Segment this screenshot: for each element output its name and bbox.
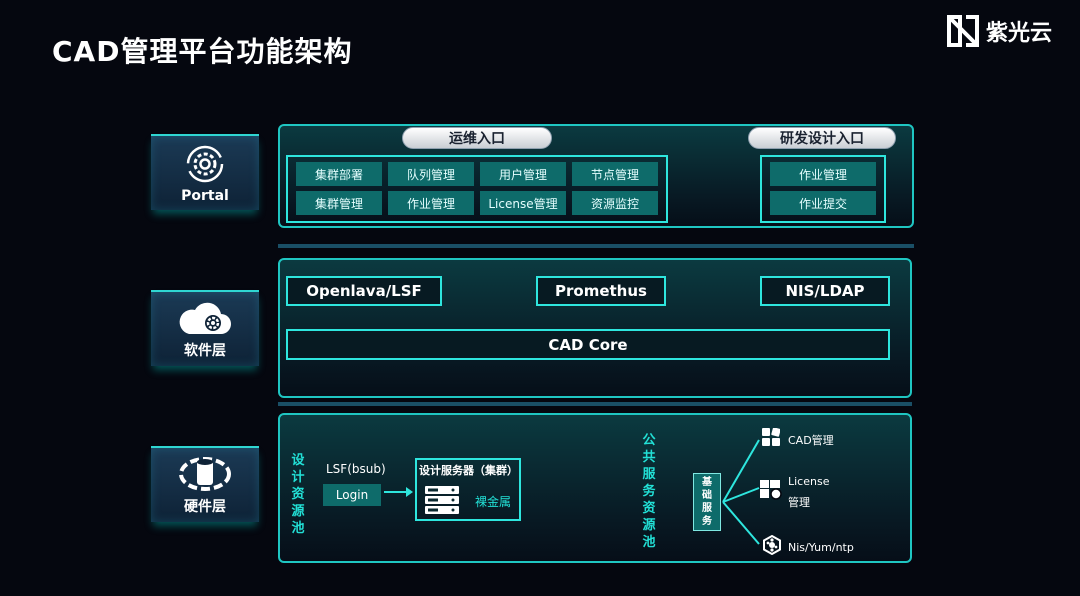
server-rack-icon	[425, 486, 459, 514]
cloud-gear-icon	[179, 302, 231, 334]
hardware-layer-tile: 硬件层	[151, 446, 259, 522]
bare-metal-label: 裸金属	[475, 495, 512, 509]
ops-item-job[interactable]: 作业管理	[388, 191, 474, 215]
ops-item-queue[interactable]: 队列管理	[388, 162, 474, 186]
lsf-label: LSF(bsub)	[326, 462, 386, 476]
design-pool-label: 设计资源池	[291, 453, 305, 536]
gear-cycle-icon	[186, 145, 224, 183]
service-license-line2: 管理	[788, 496, 810, 509]
openlava-box: Openlava/LSF	[286, 276, 442, 306]
cad-core-box: CAD Core	[286, 329, 890, 360]
nis-hex-icon	[763, 535, 781, 555]
software-layer-tile: 软件层	[151, 290, 259, 366]
design-server-title: 设计服务器（集群）	[419, 464, 518, 477]
brand-logo: 紫光云	[946, 14, 1052, 48]
dev-item-job-manage[interactable]: 作业管理	[770, 162, 876, 186]
basic-service-box: 基础服务	[693, 473, 721, 531]
service-license-line1: License	[788, 475, 830, 488]
ops-item-cluster-manage[interactable]: 集群管理	[296, 191, 382, 215]
ops-item-user[interactable]: 用户管理	[480, 162, 566, 186]
layer-divider	[278, 402, 912, 406]
portal-layer-label: Portal	[181, 188, 229, 204]
dev-entry-pill: 研发设计入口	[748, 127, 896, 149]
layer-divider	[278, 244, 914, 248]
login-arrow	[384, 487, 413, 497]
license-windows-icon	[760, 480, 782, 500]
service-branch-lines	[722, 439, 760, 545]
portal-layer-tile: Portal	[151, 134, 259, 210]
software-layer-label: 软件层	[184, 343, 226, 359]
dev-item-job-submit[interactable]: 作业提交	[770, 191, 876, 215]
public-pool-label: 公共服务资源池	[642, 433, 656, 550]
nis-ldap-box: NIS/LDAP	[760, 276, 890, 306]
hardware-layer-label: 硬件层	[184, 499, 226, 515]
page-title: CAD管理平台功能架构	[52, 35, 353, 68]
ops-item-license[interactable]: License管理	[480, 191, 566, 215]
cad-apps-icon	[762, 428, 780, 446]
service-cad: CAD管理	[788, 434, 834, 447]
database-ring-icon	[179, 457, 231, 491]
brand-mark-icon	[947, 15, 979, 47]
login-button[interactable]: Login	[323, 484, 381, 506]
service-nis: Nis/Yum/ntp	[788, 541, 854, 554]
brand-name: 紫光云	[986, 21, 1053, 46]
ops-item-cluster-deploy[interactable]: 集群部署	[296, 162, 382, 186]
ops-item-monitor[interactable]: 资源监控	[572, 191, 658, 215]
ops-entry-pill: 运维入口	[402, 127, 552, 149]
ops-item-node[interactable]: 节点管理	[572, 162, 658, 186]
promethus-box: Promethus	[536, 276, 666, 306]
